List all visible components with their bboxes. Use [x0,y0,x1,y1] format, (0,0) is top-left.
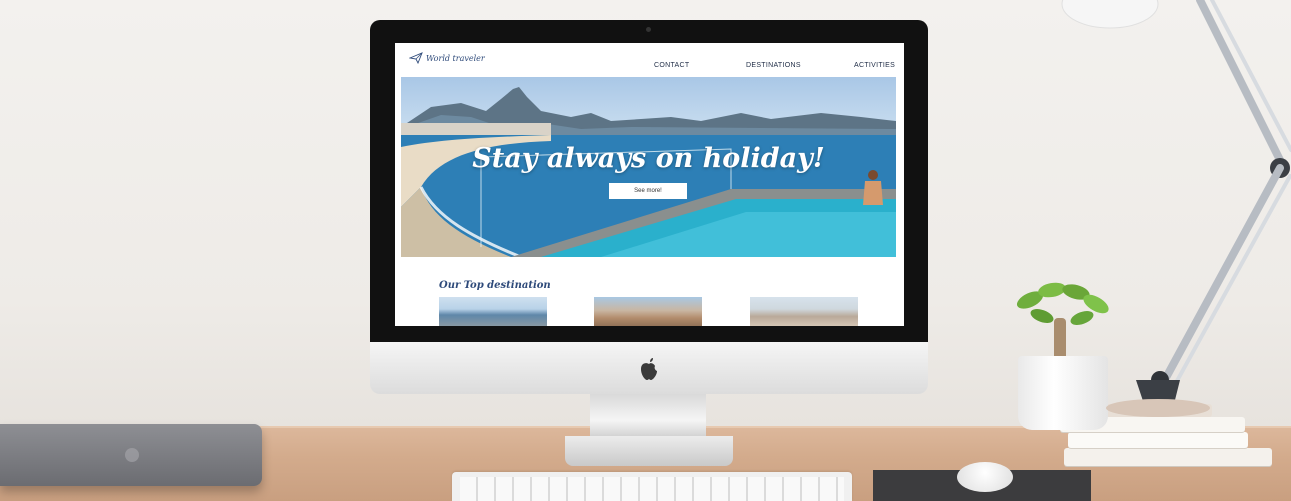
monitor-bezel: World traveler CONTACT DESTINATIONS ACTI… [370,20,928,344]
mouse [957,462,1013,492]
book [1068,432,1248,448]
destination-card-1[interactable] [439,297,547,326]
brand-name: World traveler [426,53,485,63]
nav-destinations[interactable]: DESTINATIONS [746,62,801,69]
imac: World traveler CONTACT DESTINATIONS ACTI… [370,20,928,395]
keyboard [452,472,852,501]
section-title: Our Top destination [439,280,551,291]
nav-contact[interactable]: CONTACT [654,62,689,69]
website-screen: World traveler CONTACT DESTINATIONS ACTI… [395,43,904,326]
destination-card-3[interactable] [750,297,858,326]
monitor-stand [590,394,706,438]
site-header: World traveler CONTACT DESTINATIONS ACTI… [395,43,904,77]
paper-plane-icon [409,52,423,64]
keyboard-keys [460,477,844,501]
desk-lamp [1061,0,1291,417]
see-more-button[interactable]: See more! [609,183,687,199]
laptop [0,424,262,486]
destination-card-2[interactable] [594,297,702,326]
apple-logo-icon [641,358,657,380]
camera-icon [646,27,651,32]
monitor-stand-base [565,436,733,466]
laptop-logo-icon [125,448,139,462]
nav-activities[interactable]: ACTIVITIES [854,62,895,69]
hero-title: Stay always on holiday! [472,143,825,174]
hero-banner: Stay always on holiday! See more! [401,77,896,257]
brand-logo[interactable]: World traveler [409,52,485,64]
book [1064,448,1272,466]
